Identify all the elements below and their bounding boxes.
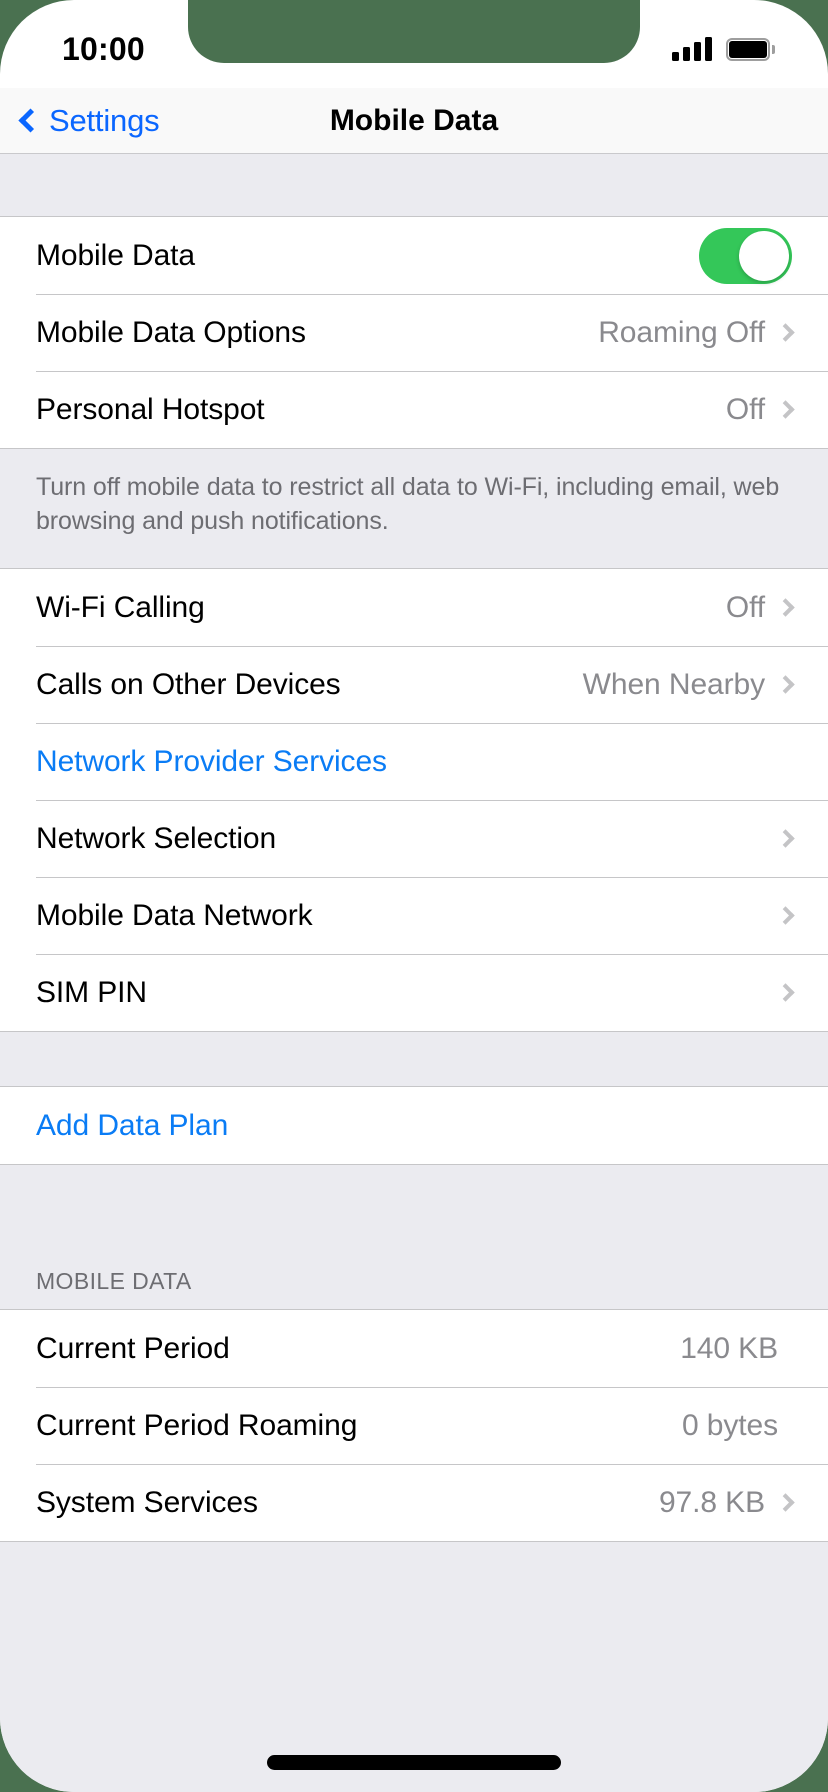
row-personal-hotspot[interactable]: Personal Hotspot Off: [0, 371, 828, 448]
chevron-right-icon: [776, 906, 795, 925]
section-header-mobile-data: MOBILE DATA: [0, 1251, 828, 1309]
row-sim-pin[interactable]: SIM PIN: [0, 954, 828, 1031]
chevron-right-icon: [776, 829, 795, 848]
row-network-provider-services[interactable]: Network Provider Services: [0, 723, 828, 800]
row-value: 0 bytes: [681, 1408, 778, 1442]
row-value: Roaming Off: [598, 315, 765, 349]
row-system-services[interactable]: System Services 97.8 KB: [0, 1464, 828, 1541]
home-indicator[interactable]: [267, 1755, 561, 1770]
row-label: SIM PIN: [36, 975, 147, 1009]
row-label: Personal Hotspot: [36, 392, 265, 426]
row-label: Mobile Data: [36, 238, 195, 272]
list-top-spacer: [0, 154, 828, 216]
row-add-data-plan[interactable]: Add Data Plan: [0, 1087, 828, 1164]
row-mobile-data[interactable]: Mobile Data: [0, 217, 828, 294]
row-label: Calls on Other Devices: [36, 667, 341, 701]
row-label: Wi-Fi Calling: [36, 590, 205, 624]
chevron-right-icon: [776, 1493, 795, 1512]
section-spacer: [0, 1165, 828, 1251]
row-value: Off: [725, 392, 765, 426]
chevron-right-icon: [776, 323, 795, 342]
chevron-right-icon: [776, 675, 795, 694]
navigation-bar: Settings Mobile Data: [0, 88, 828, 154]
row-value: When Nearby: [582, 667, 765, 701]
row-label: Mobile Data Options: [36, 315, 306, 349]
chevron-right-icon: [776, 598, 795, 617]
page-title: Mobile Data: [329, 103, 499, 137]
chevron-right-icon: [776, 400, 795, 419]
row-label: Current Period Roaming: [36, 1408, 358, 1442]
row-network-selection[interactable]: Network Selection: [0, 800, 828, 877]
row-wifi-calling[interactable]: Wi-Fi Calling Off: [0, 569, 828, 646]
toggle-knob: [739, 230, 789, 281]
status-bar-indicators: [672, 27, 775, 61]
section-network-settings: Wi-Fi Calling Off Calls on Other Devices…: [0, 568, 828, 1032]
phone-screen: 10:00 Settings Mobile Data Mobile Data M…: [0, 0, 828, 1792]
row-value: 140 KB: [680, 1331, 778, 1365]
row-current-period-roaming[interactable]: Current Period Roaming 0 bytes: [0, 1387, 828, 1464]
row-label: Mobile Data Network: [36, 898, 313, 932]
row-label: Current Period: [36, 1331, 230, 1365]
chevron-right-icon: [776, 983, 795, 1002]
row-value: 97.8 KB: [658, 1485, 765, 1519]
row-label: Network Selection: [36, 821, 277, 855]
row-label: Add Data Plan: [36, 1108, 229, 1142]
row-label: System Services: [36, 1485, 258, 1519]
section-mobile-data-usage: Current Period 140 KB Current Period Roa…: [0, 1309, 828, 1542]
row-mobile-data-options[interactable]: Mobile Data Options Roaming Off: [0, 294, 828, 371]
row-mobile-data-network[interactable]: Mobile Data Network: [0, 877, 828, 954]
battery-full-icon: [726, 37, 775, 61]
section-footer-note: Turn off mobile data to restrict all dat…: [0, 449, 828, 568]
signal-bars-icon: [672, 37, 712, 61]
row-current-period[interactable]: Current Period 140 KB: [0, 1310, 828, 1387]
section-mobile-data-primary: Mobile Data Mobile Data Options Roaming …: [0, 216, 828, 449]
row-calls-on-other-devices[interactable]: Calls on Other Devices When Nearby: [0, 646, 828, 723]
row-value: Off: [725, 590, 765, 624]
mobile-data-toggle[interactable]: [699, 227, 792, 284]
status-bar-time: 10:00: [62, 30, 145, 67]
section-spacer: [0, 1032, 828, 1086]
section-add-data-plan: Add Data Plan: [0, 1086, 828, 1165]
settings-list[interactable]: Mobile Data Mobile Data Options Roaming …: [0, 154, 828, 1792]
device-notch: [188, 0, 640, 63]
row-label: Network Provider Services: [36, 744, 387, 778]
